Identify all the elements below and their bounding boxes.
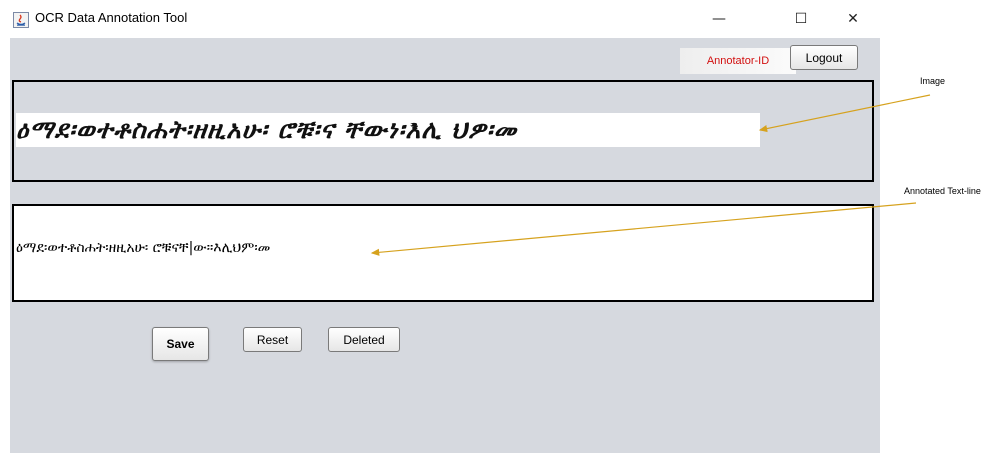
window-title: OCR Data Annotation Tool (35, 10, 188, 25)
text-line-image-content: ዕማደ፡ወተቶስሐት፡ዘዚአሁ፡ ሮቹ፡ና ቸውነ፡እሊ ህዎ፡መ (16, 115, 518, 144)
line-image-panel: ዕማደ፡ወተቶስሐት፡ዘዚአሁ፡ ሮቹ፡ና ቸውነ፡እሊ ህዎ፡መ (12, 80, 874, 182)
minimize-icon: — (712, 11, 726, 27)
annotator-id-label: Annotator-ID (680, 48, 796, 74)
java-app-icon (13, 12, 29, 28)
reset-button[interactable]: Reset (243, 327, 302, 352)
annotated-text-line[interactable]: ዕማደ፡ወተቶስሐት፡ዘዚአሁ፡ ሮቹናቸ|ው።እሊህም፡መ (16, 240, 270, 256)
maximize-button[interactable]: ☐ (778, 6, 824, 32)
maximize-icon: ☐ (794, 11, 808, 27)
callout-image-label: Image (920, 76, 946, 86)
page: OCR Data Annotation Tool — ☐ ✕ Annotator… (0, 0, 994, 453)
save-button[interactable]: Save (152, 327, 209, 361)
minimize-button[interactable]: — (696, 6, 742, 32)
close-button[interactable]: ✕ (830, 6, 876, 32)
close-icon: ✕ (847, 11, 859, 27)
logout-button[interactable]: Logout (790, 45, 858, 70)
callout-text-line-label: Annotated Text-line (904, 186, 981, 196)
title-bar: OCR Data Annotation Tool — ☐ ✕ (0, 0, 880, 38)
delete-button[interactable]: Deleted (328, 327, 400, 352)
annotation-text-area[interactable]: ዕማደ፡ወተቶስሐት፡ዘዚአሁ፡ ሮቹናቸ|ው።እሊህም፡መ (12, 204, 874, 302)
text-line-image: ዕማደ፡ወተቶስሐት፡ዘዚአሁ፡ ሮቹ፡ና ቸውነ፡እሊ ህዎ፡መ (16, 113, 760, 147)
main-panel: Annotator-ID Logout ዕማደ፡ወተቶስሐት፡ዘዚአሁ፡ ሮቹ፡… (10, 38, 880, 453)
